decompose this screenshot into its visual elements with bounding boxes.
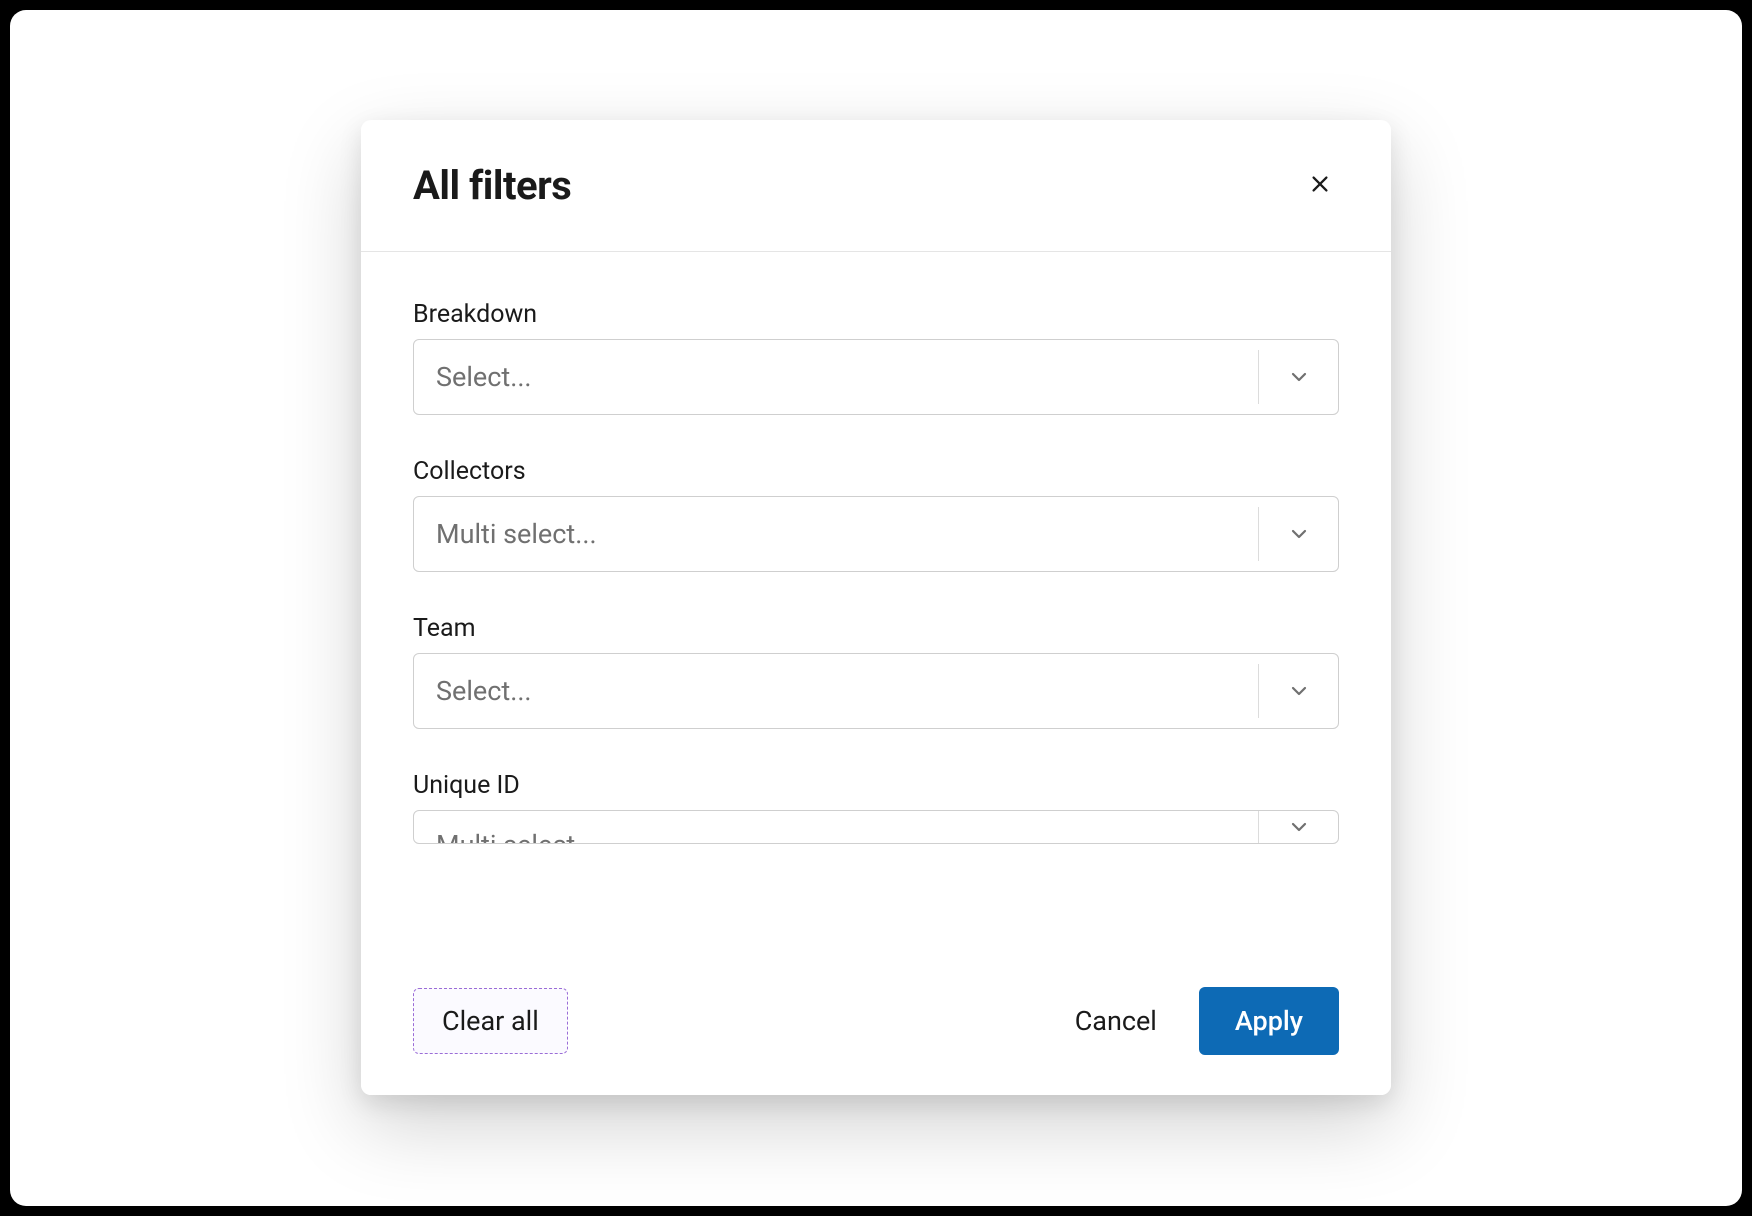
- select-placeholder: Multi select...: [414, 518, 1258, 550]
- field-label-unique-id: Unique ID: [413, 771, 1339, 800]
- field-breakdown: Breakdown Select...: [413, 300, 1339, 415]
- field-collectors: Collectors Multi select...: [413, 457, 1339, 572]
- close-icon: [1309, 173, 1331, 198]
- modal-body: Breakdown Select... Collectors Multi sel…: [361, 252, 1391, 952]
- field-label-team: Team: [413, 614, 1339, 643]
- field-label-breakdown: Breakdown: [413, 300, 1339, 329]
- apply-button[interactable]: Apply: [1199, 987, 1339, 1055]
- modal-title: All filters: [413, 162, 571, 209]
- chevron-down-icon: [1258, 350, 1338, 404]
- modal-footer: Clear all Cancel Apply: [361, 952, 1391, 1095]
- select-breakdown[interactable]: Select...: [413, 339, 1339, 415]
- cancel-button[interactable]: Cancel: [1063, 989, 1169, 1053]
- select-unique-id[interactable]: Multi select...: [413, 810, 1339, 844]
- all-filters-modal: All filters Breakdown Select...: [361, 120, 1391, 1095]
- footer-left: Clear all: [413, 988, 568, 1054]
- select-placeholder: Select...: [414, 361, 1258, 393]
- page-background: All filters Breakdown Select...: [10, 10, 1742, 1206]
- select-team[interactable]: Select...: [413, 653, 1339, 729]
- chevron-down-icon: [1258, 811, 1338, 843]
- chevron-down-icon: [1258, 507, 1338, 561]
- chevron-down-icon: [1258, 664, 1338, 718]
- modal-header: All filters: [361, 120, 1391, 252]
- field-team: Team Select...: [413, 614, 1339, 729]
- close-button[interactable]: [1301, 165, 1339, 206]
- clear-all-button[interactable]: Clear all: [413, 988, 568, 1054]
- select-collectors[interactable]: Multi select...: [413, 496, 1339, 572]
- select-placeholder: Select...: [414, 675, 1258, 707]
- select-placeholder: Multi select...: [414, 829, 1258, 844]
- field-label-collectors: Collectors: [413, 457, 1339, 486]
- field-unique-id: Unique ID Multi select...: [413, 771, 1339, 844]
- footer-right: Cancel Apply: [1063, 987, 1339, 1055]
